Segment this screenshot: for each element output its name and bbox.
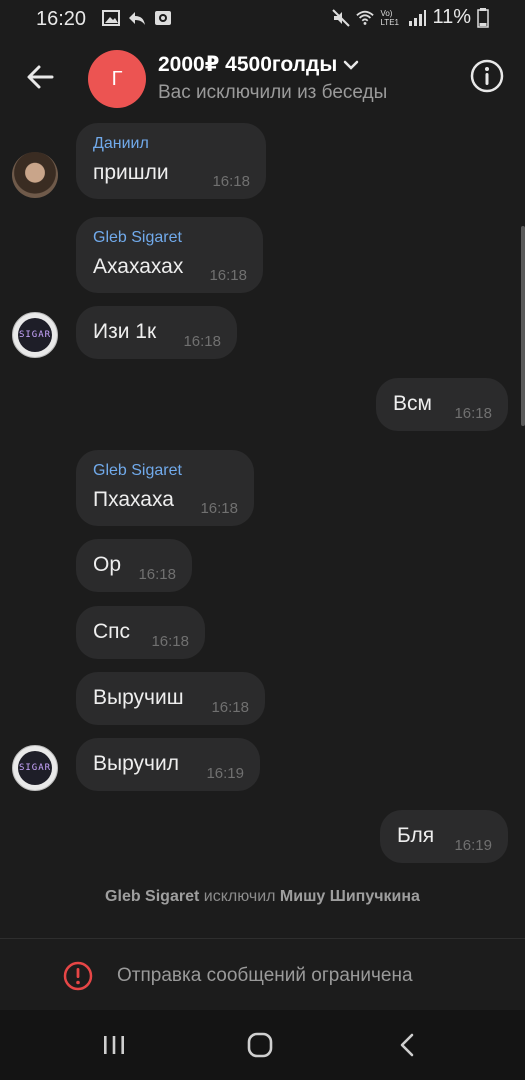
message-sender: Даниил	[93, 135, 149, 152]
message-bubble[interactable]: Gleb Sigaret Ахахахах 16:18	[76, 217, 263, 293]
message-time: 16:18	[212, 173, 250, 190]
recent-apps-icon[interactable]	[98, 1030, 130, 1060]
message-time: 16:19	[454, 837, 492, 854]
system-nav-bar	[0, 1010, 525, 1080]
message-bubble[interactable]: Ор 16:18	[76, 539, 192, 592]
avatar-daniil[interactable]	[12, 152, 58, 198]
scrollbar[interactable]	[521, 226, 525, 426]
system-action: исключил	[203, 888, 276, 905]
wifi-icon	[356, 10, 375, 25]
message-time: 16:19	[206, 765, 244, 782]
signal-icon	[409, 9, 427, 26]
chevron-down-icon	[344, 60, 359, 70]
message-text: Выручил	[93, 752, 179, 775]
system-target: Мишу Шипучкина	[279, 888, 420, 905]
message-time: 16:18	[454, 405, 492, 422]
chat-subtitle: Вас исключили из беседы	[158, 82, 388, 103]
message-text: Ахахахах	[93, 255, 184, 278]
message-bubble-outgoing[interactable]: Всм 16:18	[376, 378, 508, 431]
status-bar: 16:20 Vo) LTE1 11%	[0, 0, 525, 38]
back-arrow-icon[interactable]	[22, 58, 60, 96]
info-icon[interactable]	[469, 58, 505, 94]
reply-icon	[129, 12, 145, 25]
message-text: Ор	[93, 553, 122, 576]
avatar-label: SIGAR	[18, 318, 52, 352]
avatar-gleb[interactable]: SIGAR	[12, 745, 58, 791]
message-sender: Gleb Sigaret	[93, 229, 182, 246]
message-bubble[interactable]: Gleb Sigaret Пхахаха 16:18	[76, 450, 254, 526]
status-notification-icons	[102, 9, 172, 27]
message-text: Всм	[393, 392, 432, 415]
lte-indicator: Vo) LTE1	[380, 8, 399, 27]
chat-title-text: 2000₽ 4500голды	[158, 53, 338, 76]
message-bubble-outgoing[interactable]: Бля 16:19	[380, 810, 508, 863]
message-time: 16:18	[209, 267, 247, 284]
home-icon[interactable]	[244, 1030, 276, 1060]
battery-icon	[477, 7, 489, 28]
restriction-banner: Отправка сообщений ограничена	[0, 938, 525, 1011]
message-text: Выручиш	[93, 686, 184, 709]
chat-title-button[interactable]: 2000₽ 4500голды Вас исключили из беседы	[158, 52, 387, 104]
message-text: Пхахаха	[93, 488, 174, 511]
avatar-label: SIGAR	[18, 751, 52, 785]
message-bubble[interactable]: Выручиш 16:18	[76, 672, 265, 725]
status-right-icons: Vo) LTE1 11%	[332, 6, 489, 29]
battery-percent: 11%	[432, 6, 471, 28]
message-bubble[interactable]: Изи 1к 16:18	[76, 306, 237, 359]
mute-icon	[332, 8, 351, 27]
restriction-text: Отправка сообщений ограничена	[117, 965, 413, 986]
message-bubble[interactable]: Спс 16:18	[76, 606, 205, 659]
message-time: 16:18	[200, 500, 238, 517]
status-time: 16:20	[36, 8, 87, 30]
message-time: 16:18	[151, 633, 189, 650]
camera-icon	[155, 11, 171, 25]
message-text: Спс	[93, 620, 131, 643]
gallery-icon	[102, 10, 120, 26]
message-bubble[interactable]: Даниил пришли 16:18	[76, 123, 266, 199]
message-bubble[interactable]: Выручил 16:19	[76, 738, 260, 791]
alert-circle-icon	[63, 961, 93, 991]
message-text: пришли	[93, 161, 169, 184]
system-actor: Gleb Sigaret	[105, 888, 200, 905]
nav-back-icon[interactable]	[392, 1030, 424, 1060]
chat-avatar[interactable]: Г	[88, 50, 146, 108]
message-sender: Gleb Sigaret	[93, 462, 182, 479]
message-time: 16:18	[138, 566, 176, 583]
chat-header: Г 2000₽ 4500голды Вас исключили из бесед…	[0, 40, 525, 118]
avatar-gleb[interactable]: SIGAR	[12, 312, 58, 358]
chat-title: 2000₽ 4500голды	[158, 52, 387, 77]
message-time: 16:18	[211, 699, 249, 716]
system-message: Gleb Sigaret исключил Мишу Шипучкина	[0, 888, 525, 906]
message-text: Бля	[397, 824, 435, 847]
message-time: 16:18	[183, 333, 221, 350]
message-text: Изи 1к	[93, 320, 157, 343]
